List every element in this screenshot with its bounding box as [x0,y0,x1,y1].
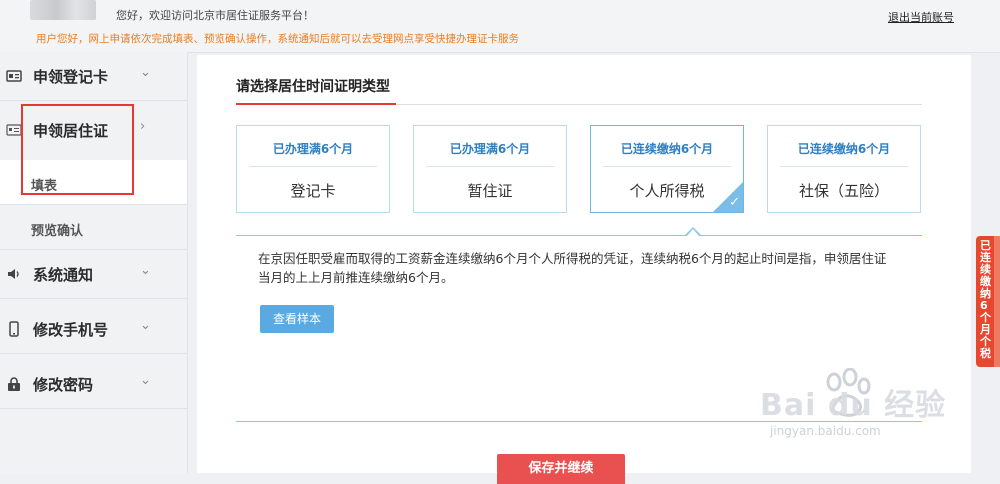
option-card-temporary-permit[interactable]: 已办理满6个月 暂住证 [413,125,567,213]
chevron-right-icon: › [140,119,146,134]
chevron-down-icon: ⌄ [140,318,151,333]
top-bar: 您好，欢迎访问北京市居住证服务平台！ 用户您好，网上申请依次完成填表、预览确认操… [0,0,1000,53]
card-divider [603,166,731,167]
card-condition: 已连续缴纳6个月 [797,142,891,156]
user-avatar [30,0,96,20]
view-sample-button[interactable]: 查看样本 [260,305,334,333]
option-card-register-card[interactable]: 已办理满6个月 登记卡 [236,125,390,213]
phone-icon [9,321,19,337]
card-divider [249,166,377,167]
welcome-text: 您好，欢迎访问北京市居住证服务平台！ [116,9,314,22]
chevron-down-icon: ⌄ [140,65,151,80]
card-condition: 已连续缴纳6个月 [620,142,714,156]
sidebar: 申领登记卡 ⌄ 申领居住证 › 填表 预览确认 系统通知 ⌄ 修改手机号 ⌄ 修… [0,52,188,473]
sidebar-item-label: 修改手机号 [33,321,109,339]
watermark-main-text: Bai du 经验 [760,388,947,423]
id-card-icon [6,70,22,82]
sidebar-subitem-label: 预览确认 [31,224,84,239]
side-tab-label: 已连续缴纳6个月个税 [980,239,991,360]
baidu-watermark: Bai du 经验 jingyan.baidu.com [756,366,956,446]
sidebar-subitem-fill-form[interactable]: 填表 [0,160,187,205]
watermark-url: jingyan.baidu.com [770,424,881,438]
card-title: 社保（五险） [798,182,889,200]
sidebar-subitem-preview-confirm[interactable]: 预览确认 [0,205,187,250]
sidebar-item-change-password[interactable]: 修改密码 ⌄ [0,360,187,409]
card-condition: 已办理满6个月 [449,142,531,156]
sidebar-subitem-label: 填表 [31,179,58,194]
logout-link[interactable]: 退出当前账号 [888,9,954,25]
card-divider [426,166,554,167]
option-description: 在京因任职受雇而取得的工资薪金连续缴纳6个月个人所得税的凭证，连续纳税6个月的起… [258,251,887,285]
title-underline [236,103,396,105]
card-title: 登记卡 [290,182,336,200]
option-card-social-insurance[interactable]: 已连续缴纳6个月 社保（五险） [767,125,921,213]
side-tab-edge [994,236,1000,367]
notice-text: 用户您好，网上申请依次完成填表、预览确认操作，系统通知后就可以去受理网点享受快捷… [36,33,519,45]
section-title: 请选择居住时间证明类型 [236,79,390,95]
speaker-icon [8,269,19,279]
sidebar-item-residence-permit[interactable]: 申领居住证 › [0,106,187,154]
sidebar-item-label: 申领登记卡 [33,68,109,86]
card-condition: 已办理满6个月 [272,142,354,156]
sidebar-item-label: 系统通知 [33,266,94,284]
card-title: 暂住证 [467,182,513,200]
sidebar-item-system-notice[interactable]: 系统通知 ⌄ [0,250,187,299]
option-card-income-tax[interactable]: 已连续缴纳6个月 个人所得税 ✓ [590,125,744,213]
sidebar-item-register-card[interactable]: 申领登记卡 ⌄ [0,52,187,101]
save-continue-button[interactable]: 保存并继续 [497,454,625,484]
card-divider [780,166,908,167]
check-icon: ✓ [729,195,740,210]
sidebar-item-label: 申领居住证 [33,122,109,140]
lock-icon [8,377,20,391]
sidebar-item-label: 修改密码 [33,376,94,394]
id-card-icon [6,124,22,136]
info-divider [236,235,922,236]
chevron-down-icon: ⌄ [140,263,151,278]
chevron-down-icon: ⌄ [140,373,151,388]
sidebar-item-change-phone[interactable]: 修改手机号 ⌄ [0,305,187,354]
info-pointer-inner [687,229,699,236]
